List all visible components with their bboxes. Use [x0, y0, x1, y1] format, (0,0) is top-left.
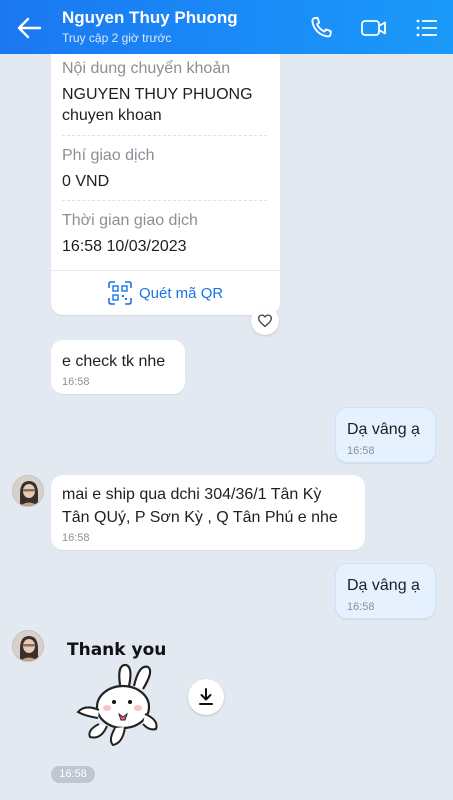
outgoing-message-bubble[interactable]: Dạ vâng ạ 16:58 [335, 563, 436, 619]
outgoing-message-bubble[interactable]: Dạ vâng ạ 16:58 [335, 407, 436, 463]
message-time: 16:58 [62, 376, 90, 388]
fee-field: Phí giao dịch 0 VND [62, 147, 267, 192]
avatar[interactable] [12, 475, 44, 507]
reaction-button[interactable] [251, 307, 279, 335]
chat-area[interactable]: Nội dung chuyển khoản NGUYEN THUY PHUONG… [0, 54, 453, 800]
fee-value: 0 VND [62, 173, 110, 190]
avatar[interactable] [12, 630, 44, 662]
transaction-time-label: Thời gian giao dịch [62, 212, 198, 229]
message-text: e check tk nhe [62, 353, 166, 370]
list-menu-icon [416, 19, 437, 37]
incoming-message-bubble[interactable]: mai e ship qua dchi 304/36/1 Tân Kỳ Tân … [51, 475, 365, 550]
scan-qr-button[interactable]: Quét mã QR [51, 270, 280, 315]
thank-you-sticker[interactable]: Thank you [63, 634, 183, 754]
divider [62, 135, 267, 136]
video-call-button[interactable] [360, 14, 388, 42]
message-text: Dạ vâng ạ [347, 421, 420, 438]
heart-icon [258, 314, 272, 327]
fee-label: Phí giao dịch [62, 147, 155, 164]
transaction-time-field: Thời gian giao dịch 16:58 10/03/2023 [62, 212, 267, 257]
qr-scan-icon [108, 281, 132, 305]
transfer-content-label: Nội dung chuyển khoản [62, 60, 231, 77]
message-text: Dạ vâng ạ [347, 577, 420, 594]
message-time: 16:58 [62, 532, 90, 544]
message-text-line2: Tân QUý, P Sơn Kỳ , Q Tân Phú e nhe [62, 509, 338, 526]
transfer-content-field: Nội dung chuyển khoản NGUYEN THUY PHUONG… [62, 60, 267, 126]
back-button[interactable] [14, 14, 44, 42]
contact-name[interactable]: Nguyen Thuy Phuong [62, 8, 238, 28]
incoming-message-bubble[interactable]: e check tk nhe 16:58 [51, 340, 185, 394]
sticker-time: 16:58 [51, 766, 95, 783]
menu-button[interactable] [413, 14, 441, 42]
scan-qr-label: Quét mã QR [139, 285, 224, 302]
transfer-card: Nội dung chuyển khoản NGUYEN THUY PHUONG… [51, 54, 280, 315]
bunny-sticker-image: Thank you [67, 640, 166, 747]
last-seen-status: Truy cập 2 giờ trước [62, 31, 172, 45]
divider [62, 200, 267, 201]
video-camera-icon [361, 20, 386, 36]
transfer-content-value-line1: NGUYEN THUY PHUONG [62, 86, 253, 103]
sticker-caption: Thank you [67, 640, 166, 660]
contact-photo [13, 631, 43, 661]
message-text-line1: mai e ship qua dchi 304/36/1 Tân Kỳ [62, 486, 322, 503]
download-icon [199, 688, 213, 705]
transaction-time-value: 16:58 10/03/2023 [62, 238, 187, 255]
transfer-content-value-line2: chuyen khoan [62, 107, 162, 124]
contact-photo [13, 476, 43, 506]
message-time: 16:58 [347, 445, 375, 457]
call-button[interactable] [307, 14, 335, 42]
chat-header: Nguyen Thuy Phuong Truy cập 2 giờ trước [0, 0, 453, 54]
arrow-left-icon [17, 17, 42, 39]
download-sticker-button[interactable] [188, 679, 224, 715]
message-time: 16:58 [347, 601, 375, 613]
phone-icon [311, 16, 332, 38]
